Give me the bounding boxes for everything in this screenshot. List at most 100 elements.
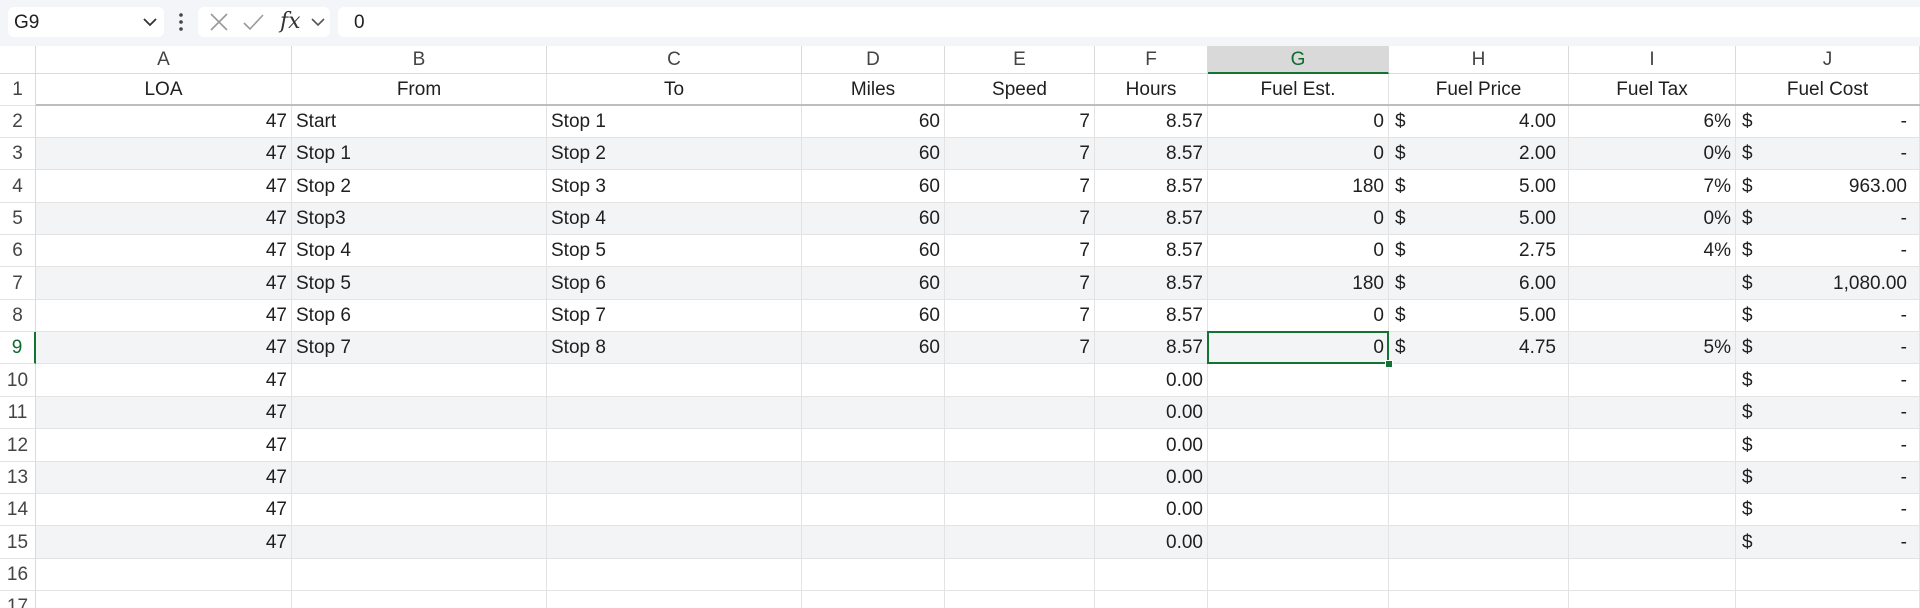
cell-j14[interactable]: $ - [1736, 494, 1920, 525]
name-box[interactable]: G9 [8, 7, 164, 37]
cell-f12[interactable]: 0.00 [1095, 429, 1208, 461]
row-header-1[interactable]: 1 [0, 74, 36, 106]
cell-h17[interactable] [1389, 591, 1569, 608]
cell-f10[interactable]: 0.00 [1095, 364, 1208, 396]
cell-g16[interactable] [1208, 559, 1389, 590]
column-header-i[interactable]: I [1569, 46, 1736, 74]
cell-h9[interactable]: $4.75 [1389, 332, 1569, 363]
cell-h2[interactable]: $4.00 [1389, 106, 1569, 137]
row-header-14[interactable]: 14 [0, 494, 36, 526]
cell-b13[interactable] [292, 462, 547, 493]
cell-i9[interactable]: 5% [1569, 332, 1736, 363]
cell-f14[interactable]: 0.00 [1095, 494, 1208, 525]
cell-c10[interactable] [547, 364, 802, 396]
cell-b5[interactable]: Stop3 [292, 203, 547, 234]
cell-i13[interactable] [1569, 462, 1736, 493]
cell-e3[interactable]: 7 [945, 138, 1095, 169]
cell-d10[interactable] [802, 364, 945, 396]
cell-e17[interactable] [945, 591, 1095, 608]
cell-f13[interactable]: 0.00 [1095, 462, 1208, 493]
cell-g15[interactable] [1208, 526, 1389, 558]
cell-j12[interactable]: $ - [1736, 429, 1920, 461]
cell-a10[interactable]: 47 [36, 364, 292, 396]
row-header-16[interactable]: 16 [0, 559, 36, 591]
cell-h7[interactable]: $6.00 [1389, 267, 1569, 299]
cell-c17[interactable] [547, 591, 802, 608]
cell-a4[interactable]: 47 [36, 170, 292, 202]
cell-i12[interactable] [1569, 429, 1736, 461]
column-header-f[interactable]: F [1095, 46, 1208, 74]
cell-b2[interactable]: Start [292, 106, 547, 137]
cell-g3[interactable]: 0 [1208, 138, 1389, 169]
cell-d15[interactable] [802, 526, 945, 558]
cell-b6[interactable]: Stop 4 [292, 235, 547, 266]
cell-e12[interactable] [945, 429, 1095, 461]
cell-a8[interactable]: 47 [36, 300, 292, 331]
column-header-c[interactable]: C [547, 46, 802, 74]
cell-e10[interactable] [945, 364, 1095, 396]
cell-g1[interactable]: Fuel Est. [1208, 74, 1389, 104]
cell-j13[interactable]: $ - [1736, 462, 1920, 493]
cell-h12[interactable] [1389, 429, 1569, 461]
cell-i3[interactable]: 0% [1569, 138, 1736, 169]
cell-j5[interactable]: $ - [1736, 203, 1920, 234]
cell-e9[interactable]: 7 [945, 332, 1095, 363]
row-header-5[interactable]: 5 [0, 203, 36, 235]
cell-h4[interactable]: $5.00 [1389, 170, 1569, 202]
cell-a15[interactable]: 47 [36, 526, 292, 558]
row-header-12[interactable]: 12 [0, 429, 36, 462]
cell-j17[interactable] [1736, 591, 1920, 608]
cell-b16[interactable] [292, 559, 547, 590]
select-all-corner[interactable] [0, 46, 36, 74]
cell-d12[interactable] [802, 429, 945, 461]
cell-f8[interactable]: 8.57 [1095, 300, 1208, 331]
formula-input[interactable]: 0 [338, 7, 1920, 37]
cell-c15[interactable] [547, 526, 802, 558]
cell-j6[interactable]: $ - [1736, 235, 1920, 266]
cell-f7[interactable]: 8.57 [1095, 267, 1208, 299]
cell-b15[interactable] [292, 526, 547, 558]
cell-j11[interactable]: $ - [1736, 397, 1920, 428]
row-header-9[interactable]: 9 [0, 332, 36, 364]
cell-a7[interactable]: 47 [36, 267, 292, 299]
cell-a13[interactable]: 47 [36, 462, 292, 493]
cell-f9[interactable]: 8.57 [1095, 332, 1208, 363]
cell-i4[interactable]: 7% [1569, 170, 1736, 202]
cell-h13[interactable] [1389, 462, 1569, 493]
cell-a2[interactable]: 47 [36, 106, 292, 137]
cell-g2[interactable]: 0 [1208, 106, 1389, 137]
cell-h10[interactable] [1389, 364, 1569, 396]
cell-h5[interactable]: $5.00 [1389, 203, 1569, 234]
cell-g6[interactable]: 0 [1208, 235, 1389, 266]
cell-h3[interactable]: $2.00 [1389, 138, 1569, 169]
cell-g8[interactable]: 0 [1208, 300, 1389, 331]
cell-b11[interactable] [292, 397, 547, 428]
cell-g17[interactable] [1208, 591, 1389, 608]
cell-e8[interactable]: 7 [945, 300, 1095, 331]
cell-g10[interactable] [1208, 364, 1389, 396]
cell-j3[interactable]: $ - [1736, 138, 1920, 169]
cell-e16[interactable] [945, 559, 1095, 590]
cell-b4[interactable]: Stop 2 [292, 170, 547, 202]
cell-c16[interactable] [547, 559, 802, 590]
cell-h6[interactable]: $2.75 [1389, 235, 1569, 266]
cell-j2[interactable]: $ - [1736, 106, 1920, 137]
cell-i2[interactable]: 6% [1569, 106, 1736, 137]
cell-a17[interactable] [36, 591, 292, 608]
more-options-icon[interactable] [176, 9, 186, 35]
cell-g12[interactable] [1208, 429, 1389, 461]
cell-c9[interactable]: Stop 8 [547, 332, 802, 363]
cell-b14[interactable] [292, 494, 547, 525]
cell-c11[interactable] [547, 397, 802, 428]
column-header-e[interactable]: E [945, 46, 1095, 74]
row-header-4[interactable]: 4 [0, 170, 36, 203]
cell-b3[interactable]: Stop 1 [292, 138, 547, 169]
cell-g11[interactable] [1208, 397, 1389, 428]
cell-h11[interactable] [1389, 397, 1569, 428]
cell-d1[interactable]: Miles [802, 74, 945, 104]
cell-f4[interactable]: 8.57 [1095, 170, 1208, 202]
row-header-2[interactable]: 2 [0, 106, 36, 138]
cell-i1[interactable]: Fuel Tax [1569, 74, 1736, 104]
cell-d7[interactable]: 60 [802, 267, 945, 299]
cell-b10[interactable] [292, 364, 547, 396]
